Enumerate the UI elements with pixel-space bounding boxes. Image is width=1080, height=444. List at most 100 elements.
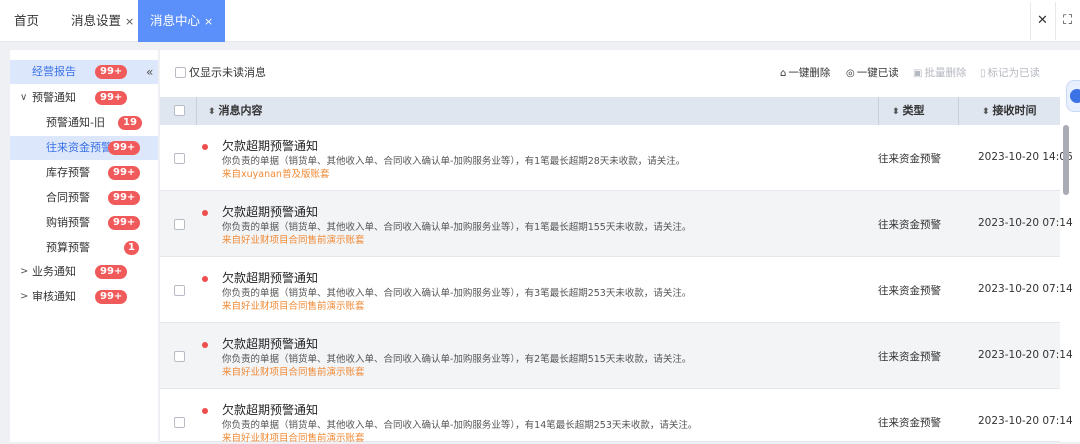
- count-badge: 1: [124, 241, 139, 255]
- table-row[interactable]: 欠款超期预警通知 你负责的单据（销货单、其他收入单、合同收入确认单-加购服务业等…: [160, 125, 1073, 191]
- sidebar-item-contract-warning[interactable]: 合同预警 99+: [10, 186, 158, 210]
- sidebar-item-sales-warning[interactable]: 购销预警 99+: [10, 211, 158, 235]
- sidebar-item-business-notice[interactable]: > 业务通知 99+: [10, 260, 158, 284]
- read-all-button[interactable]: ◎ 一键已读: [846, 66, 899, 81]
- assistant-float-button[interactable]: [1066, 80, 1080, 112]
- sidebar-item-label: 合同预警: [46, 191, 90, 204]
- sidebar-item-warning-old[interactable]: 预警通知-旧 19: [10, 111, 158, 135]
- mark-read-label: 标记为已读: [987, 67, 1041, 79]
- sidebar: 经营报告 99+ « ∨ 预警通知 99+ 预警通知-旧 19 往来资金预警 9…: [10, 50, 158, 442]
- collapse-icon[interactable]: «: [146, 60, 153, 84]
- message-time: 2023-10-20 07:14: [978, 349, 1073, 361]
- row-checkbox[interactable]: [174, 351, 185, 362]
- close-all-icon[interactable]: ✕: [1030, 2, 1054, 40]
- row-checkbox[interactable]: [174, 153, 185, 164]
- sidebar-item-budget-warning[interactable]: 预算预警 1: [10, 236, 158, 260]
- count-badge: 99+: [108, 141, 141, 155]
- chevron-right-icon: >: [20, 266, 29, 277]
- table-row[interactable]: 欠款超期预警通知 你负责的单据（销货单、其他收入单、合同收入确认单-加购服务业等…: [160, 191, 1073, 257]
- scrollbar-thumb[interactable]: [1063, 125, 1069, 195]
- vertical-scrollbar[interactable]: [1062, 125, 1070, 442]
- message-source: 来自好业财项目合同售前演示账套: [222, 301, 365, 312]
- chevron-down-icon: ∨: [20, 92, 28, 103]
- sidebar-item-label: 购销预警: [46, 216, 90, 229]
- read-icon: ◎: [846, 68, 855, 79]
- header-type[interactable]: ⬍ 类型: [892, 97, 925, 126]
- tab-message-settings[interactable]: 消息设置 ×: [71, 0, 134, 42]
- sort-icon: ⬍: [892, 107, 900, 117]
- select-all-checkbox[interactable]: [174, 105, 185, 116]
- batch-delete-button[interactable]: ▣ 批量删除: [913, 66, 966, 81]
- tab-home[interactable]: 首页: [14, 0, 39, 42]
- message-desc: 你负责的单据（销货单、其他收入单、合同收入确认单-加购服务业等），有1笔最长超期…: [222, 156, 686, 167]
- message-time: 2023-10-20 07:14: [978, 217, 1073, 229]
- header-content[interactable]: ⬍ 消息内容: [208, 97, 263, 126]
- message-type: 往来资金预警: [878, 153, 941, 165]
- table-row[interactable]: 欠款超期预警通知 你负责的单据（销货单、其他收入单、合同收入确认单-加购服务业等…: [160, 389, 1073, 444]
- unread-only-filter[interactable]: 仅显示未读消息: [175, 66, 266, 80]
- batch-delete-label: 批量删除: [924, 67, 967, 79]
- close-icon[interactable]: ×: [125, 15, 134, 28]
- unread-only-label: 仅显示未读消息: [189, 66, 266, 79]
- message-source: 来自好业财项目合同售前演示账套: [222, 235, 365, 246]
- row-checkbox[interactable]: [174, 285, 185, 296]
- sidebar-item-inventory-warning[interactable]: 库存预警 99+: [10, 161, 158, 185]
- message-type: 往来资金预警: [878, 219, 941, 231]
- count-badge: 99+: [95, 290, 128, 304]
- message-type: 往来资金预警: [878, 417, 941, 429]
- header-content-label: 消息内容: [218, 104, 263, 117]
- row-checkbox[interactable]: [174, 417, 185, 428]
- message-desc: 你负责的单据（销货单、其他收入单、合同收入确认单-加购服务业等），有3笔最长超期…: [222, 288, 692, 299]
- message-source: 来自好业财项目合同售前演示账套: [222, 367, 365, 378]
- bookmark-icon: ▯: [980, 68, 986, 79]
- count-badge: 99+: [95, 91, 128, 105]
- count-badge: 99+: [108, 166, 141, 180]
- unread-dot: [202, 144, 208, 150]
- mark-read-button[interactable]: ▯ 标记为已读: [980, 66, 1040, 81]
- message-desc: 你负责的单据（销货单、其他收入单、合同收入确认单-加购服务业等），有14笔最长超…: [222, 420, 698, 431]
- table-row[interactable]: 欠款超期预警通知 你负责的单据（销货单、其他收入单、合同收入确认单-加购服务业等…: [160, 257, 1073, 323]
- unread-dot: [202, 342, 208, 348]
- tab-home-label: 首页: [14, 13, 40, 28]
- sidebar-item-business-report[interactable]: 经营报告 99+ «: [10, 60, 158, 84]
- unread-only-checkbox[interactable]: [175, 66, 186, 78]
- tab-message-settings-label: 消息设置: [71, 13, 122, 28]
- message-panel: 仅显示未读消息 ⌂ 一键删除 ◎ 一键已读 ▣ 批量删除 ▯ 标记为已读 ⬍ 消息内容 ⬍…: [160, 50, 1080, 444]
- trash-icon: ⌂: [780, 68, 787, 79]
- close-icon[interactable]: ×: [204, 15, 213, 28]
- unread-dot: [202, 276, 208, 282]
- count-badge: 99+: [95, 65, 128, 79]
- sidebar-item-label: 预警通知: [32, 91, 76, 104]
- column-divider: [196, 97, 197, 125]
- tab-message-center[interactable]: 消息中心 ×: [138, 0, 226, 42]
- message-source: 来自xuyanan普及版账套: [222, 169, 330, 180]
- header-time[interactable]: ⬍ 接收时间: [982, 97, 1037, 126]
- row-checkbox[interactable]: [174, 219, 185, 230]
- count-badge: 19: [118, 116, 142, 130]
- message-time: 2023-10-20 14:06: [978, 151, 1073, 163]
- sidebar-item-label: 审核通知: [32, 290, 76, 303]
- unread-dot: [202, 210, 208, 216]
- chevron-right-icon: >: [20, 291, 29, 302]
- table-row[interactable]: 欠款超期预警通知 你负责的单据（销货单、其他收入单、合同收入确认单-加购服务业等…: [160, 323, 1073, 389]
- count-badge: 99+: [108, 191, 141, 205]
- batch-delete-icon: ▣: [913, 68, 923, 79]
- sidebar-item-label: 库存预警: [46, 166, 90, 179]
- column-divider: [958, 97, 959, 125]
- message-time: 2023-10-20 07:14: [978, 415, 1073, 427]
- header-time-label: 接收时间: [992, 104, 1037, 117]
- column-divider: [878, 97, 879, 125]
- delete-all-button[interactable]: ⌂ 一键删除: [780, 66, 830, 81]
- sidebar-item-warning-notice[interactable]: ∨ 预警通知 99+: [10, 86, 158, 110]
- unread-dot: [202, 408, 208, 414]
- sidebar-item-audit-notice[interactable]: > 审核通知 99+: [10, 285, 158, 309]
- sidebar-item-label: 预警通知-旧: [46, 116, 105, 129]
- sidebar-item-funds-warning[interactable]: 往来资金预警 99+: [10, 136, 158, 160]
- sidebar-item-label: 经营报告: [32, 65, 76, 78]
- message-title: 欠款超期预警通知: [222, 139, 319, 153]
- sidebar-item-label: 预算预警: [46, 241, 90, 254]
- message-title: 欠款超期预警通知: [222, 337, 319, 351]
- sidebar-item-label: 业务通知: [32, 265, 76, 278]
- message-desc: 你负责的单据（销货单、其他收入单、合同收入确认单-加购服务业等），有2笔最长超期…: [222, 354, 692, 365]
- fullscreen-icon[interactable]: ⛶: [1055, 2, 1079, 40]
